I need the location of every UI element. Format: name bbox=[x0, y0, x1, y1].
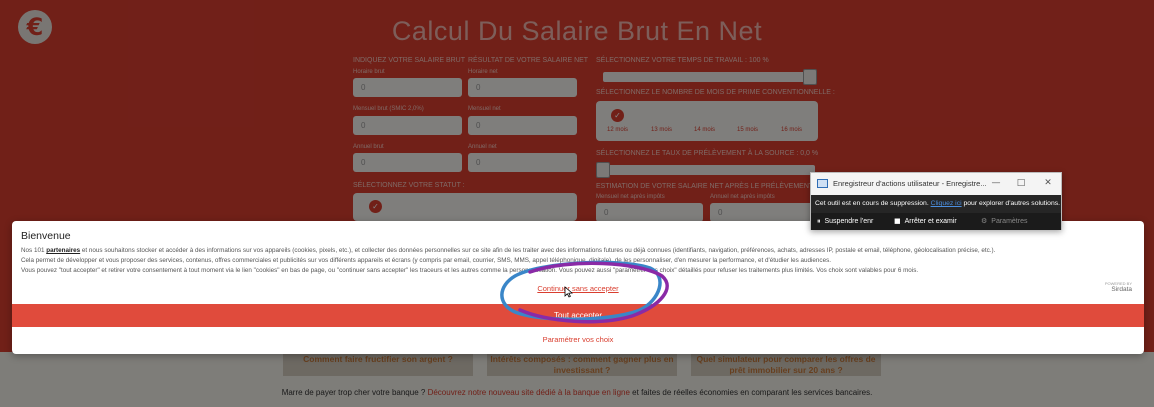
maximize-icon[interactable]: □ bbox=[1013, 177, 1029, 189]
cookie-consent-dialog: Bienvenue Nos 101 partenaires et nous so… bbox=[12, 221, 1144, 354]
accept-all-button[interactable]: Tout accepter bbox=[12, 304, 1144, 327]
pause-icon: ⏸ bbox=[817, 217, 821, 225]
deprecation-text-after: pour explorer d'autres solutions. bbox=[963, 200, 1061, 207]
click-here-link[interactable]: Cliquez ici bbox=[931, 200, 962, 207]
cookie-text-partners-count: Nos 101 bbox=[21, 247, 45, 254]
configure-choices-link[interactable]: Paramétrer vos choix bbox=[12, 335, 1144, 344]
close-icon[interactable]: ✕ bbox=[1040, 177, 1056, 189]
mouse-pointer-icon bbox=[564, 286, 573, 298]
cmp-provider-logo: POWERED BY Sirdata bbox=[1105, 281, 1132, 293]
pause-label: Suspendre l'enr bbox=[824, 218, 874, 225]
deprecation-message: Cet outil est en cours de suppression. C… bbox=[811, 195, 1061, 213]
settings-label: Paramètres bbox=[991, 218, 1028, 225]
cookie-text-line2: Cela permet de développer et vous propos… bbox=[21, 257, 831, 264]
minimize-icon[interactable]: — bbox=[988, 177, 1004, 189]
cookie-text-line1: et nous souhaitons stocker et accéder à … bbox=[81, 247, 996, 254]
cookie-dialog-heading: Bienvenue bbox=[21, 230, 71, 242]
gear-icon: ⚙ bbox=[981, 217, 988, 225]
recorder-controls: ⏸ Suspendre l'enr ■ Arrêter et examir ⚙ Par… bbox=[811, 213, 1061, 230]
stop-label: Arrêter et examir bbox=[904, 218, 957, 225]
cookie-text-line: Nos 101 partenaires et nous souhaitons s… bbox=[21, 246, 1136, 256]
stop-icon: ■ bbox=[894, 217, 901, 225]
recorder-app-icon bbox=[817, 179, 828, 188]
settings-button[interactable]: ⚙ Paramètres bbox=[981, 213, 1027, 230]
cookie-dialog-text: Nos 101 partenaires et nous souhaitons s… bbox=[21, 246, 1136, 276]
steps-recorder-window: Enregistreur d'actions utilisateur - Enr… bbox=[810, 172, 1062, 230]
pause-recording-button[interactable]: ⏸ Suspendre l'enr bbox=[817, 213, 873, 230]
deprecation-text: Cet outil est en cours de suppression. bbox=[815, 200, 929, 207]
recorder-title-bar[interactable]: Enregistreur d'actions utilisateur - Enr… bbox=[811, 173, 1061, 195]
recorder-title: Enregistreur d'actions utilisateur - Enr… bbox=[833, 179, 987, 188]
continue-without-accepting-link[interactable]: Continuer sans accepter bbox=[12, 284, 1144, 293]
partners-link[interactable]: partenaires bbox=[46, 247, 80, 254]
stop-and-review-button[interactable]: ■ Arrêter et examir bbox=[894, 213, 957, 230]
sirdata-logo: Sirdata bbox=[1111, 286, 1132, 293]
cookie-text-line3: Vous pouvez "tout accepter" et retirer v… bbox=[21, 267, 919, 274]
